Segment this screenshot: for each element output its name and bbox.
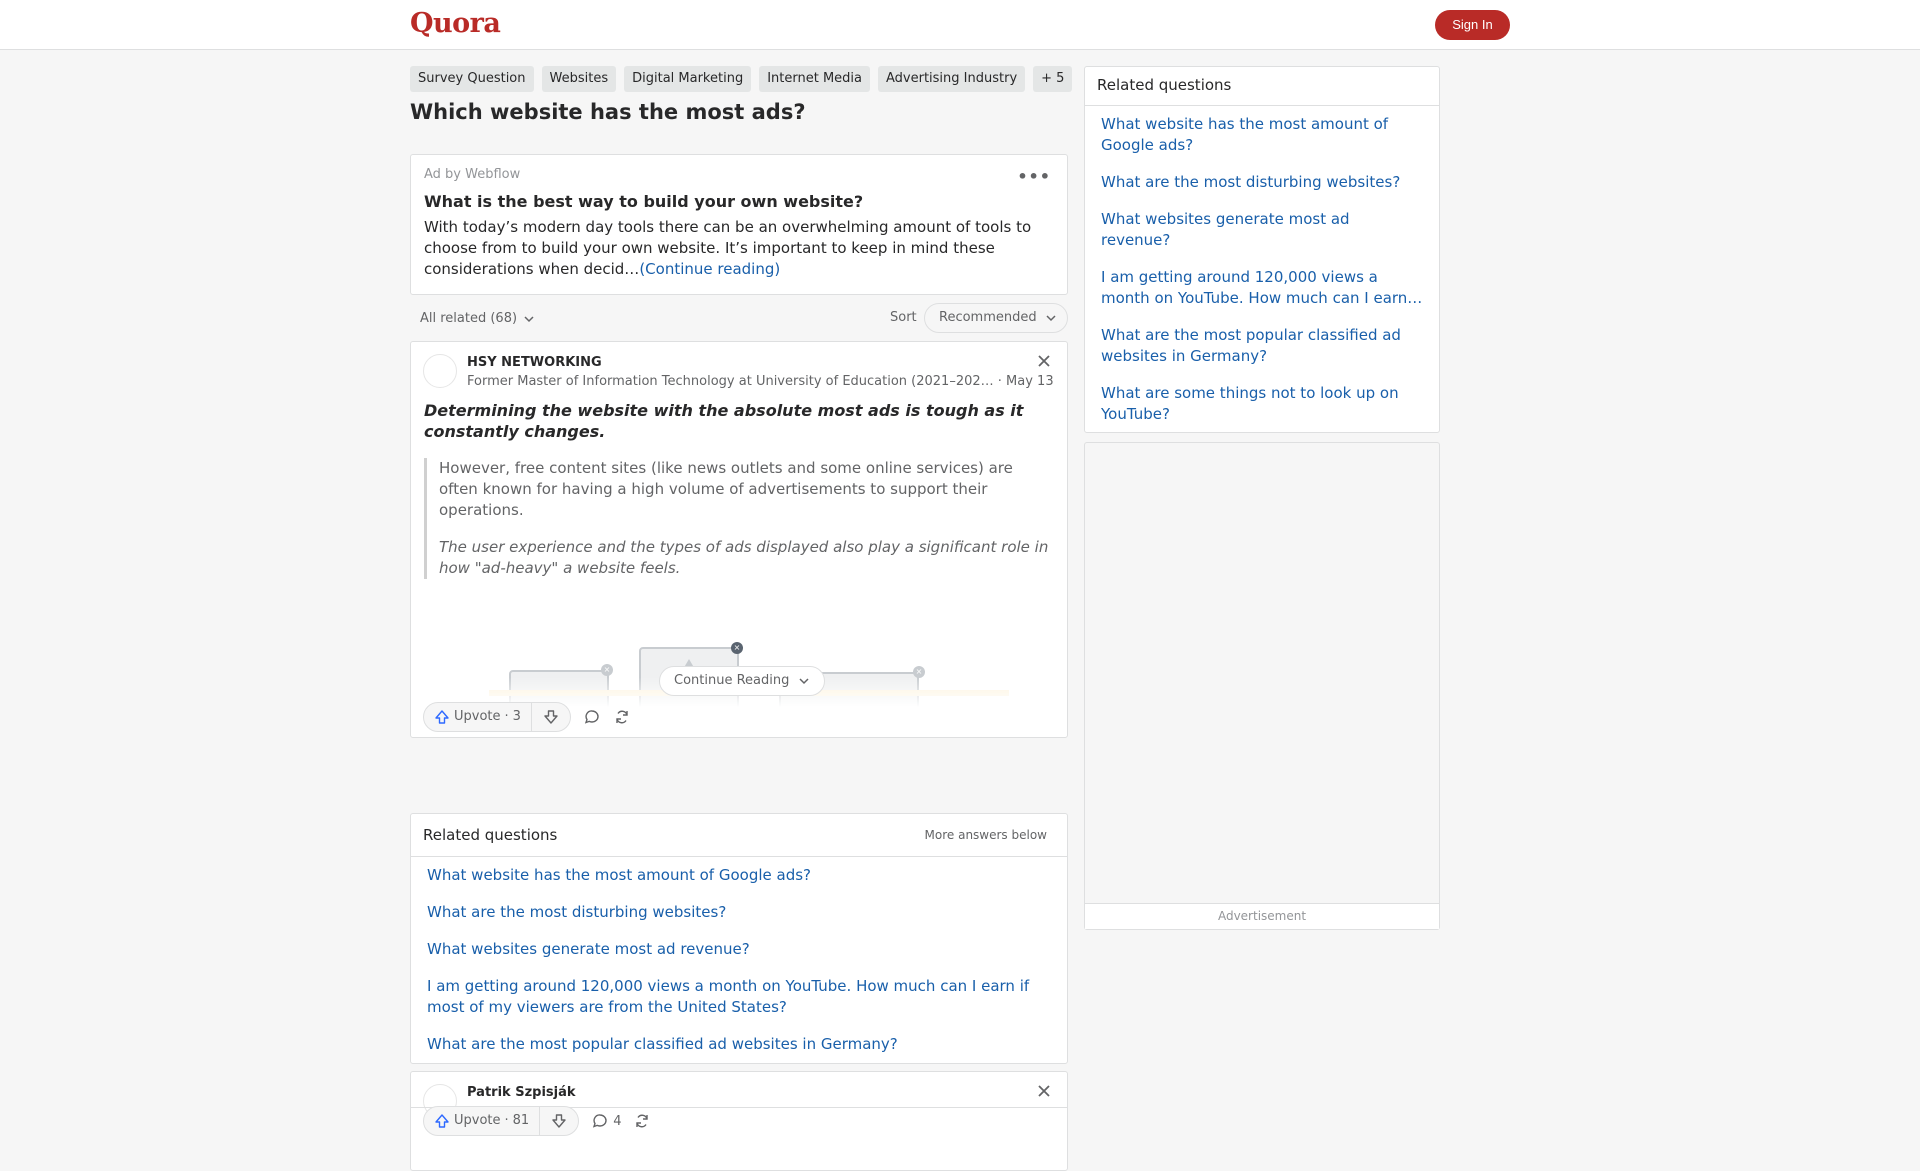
ad-title[interactable]: What is the best way to build your own w… [424,192,1054,211]
quora-logo[interactable]: Quora [410,8,501,39]
related-questions-list: What website has the most amount of Goog… [411,857,1067,1079]
chevron-down-icon [798,675,810,687]
related-question-link[interactable]: What are the most disturbing websites? [427,902,1051,923]
credential-text[interactable]: Former Master of Information Technology … [467,374,994,389]
sidebar-advertisement[interactable]: Advertisement [1084,442,1440,930]
upvote-count: 81 [512,1113,530,1128]
related-question-link[interactable]: What website has the most amount of Goog… [1101,114,1423,156]
more-topics-tag[interactable]: + 5 [1033,66,1073,92]
topic-tag[interactable]: Digital Marketing [624,66,752,92]
upvote-count: 3 [512,709,521,724]
topic-tag[interactable]: Internet Media [759,66,870,92]
quote-paragraph: However, free content sites (like news o… [439,459,1013,519]
separator-dot: · [504,709,509,724]
comment-button[interactable]: 4 [591,1112,621,1130]
comment-count: 4 [613,1113,622,1129]
related-question-link[interactable]: What websites generate most ad revenue? [1101,209,1423,251]
ad-card[interactable]: Ad by Webflow ••• What is the best way t… [410,154,1068,295]
upvote-icon [434,709,450,725]
comment-icon [591,1112,609,1130]
answer-card: HSY NETWORKING Former Master of Informat… [410,341,1068,738]
comment-button[interactable] [583,708,601,726]
all-related-label: All related (68) [420,311,518,326]
sidebar-related-questions: Related questions What website has the m… [1084,66,1440,433]
question-title: Which website has the most ads? [410,100,806,124]
answer-lead: Determining the website with the absolut… [424,401,1024,441]
downvote-button[interactable] [540,1107,578,1135]
more-options-icon[interactable]: ••• [1017,167,1051,186]
related-questions-title: Related questions [423,826,558,844]
topic-tag[interactable]: Websites [541,66,617,92]
author-name[interactable]: HSY NETWORKING [467,355,602,370]
related-question-link[interactable]: I am getting around 120,000 views a mont… [1101,267,1423,309]
downvote-icon [551,1113,567,1129]
ad-body: With today’s modern day tools there can … [424,217,1054,280]
related-question-link[interactable]: What are some things not to look up on Y… [1101,383,1423,425]
share-icon [633,1112,651,1130]
author-credential: Former Master of Information Technology … [467,374,1054,389]
downvote-icon [543,709,559,725]
close-icon[interactable] [1037,354,1051,368]
related-question-link[interactable]: I am getting around 120,000 views a mont… [427,976,1051,1018]
downvote-button[interactable] [532,703,570,731]
share-button[interactable] [633,1112,651,1130]
continue-reading-link[interactable]: (Continue reading) [639,260,780,278]
related-question-link[interactable]: What websites generate most ad revenue? [427,939,1051,960]
answer-card: Patrik Szpisják Upvote · 81 4 [410,1071,1068,1171]
top-bar: Quora Sign In [0,0,1920,50]
ad-sponsor: Ad by Webflow [424,167,521,182]
advertisement-label: Advertisement [1085,903,1439,929]
sidebar-related-title: Related questions [1097,76,1232,94]
upvote-button[interactable]: Upvote · 81 [424,1107,541,1135]
all-related-dropdown[interactable]: All related (68) [420,311,535,326]
vote-group: Upvote · 3 [423,702,571,732]
share-icon [613,708,631,726]
sidebar-related-header: Related questions [1085,67,1439,106]
close-icon[interactable] [1037,1084,1051,1098]
author-name[interactable]: Patrik Szpisják [467,1085,576,1100]
related-question-link[interactable]: What website has the most amount of Goog… [427,865,1051,886]
topic-tag[interactable]: Survey Question [410,66,534,92]
quote-paragraph: The user experience and the types of ads… [439,538,1049,577]
topic-tag[interactable]: Advertising Industry [878,66,1026,92]
related-questions-inline: Related questions More answers below Wha… [410,813,1068,1064]
vote-group: Upvote · 81 [423,1106,580,1136]
upvote-label: Upvote [454,709,501,724]
related-question-link[interactable]: What are the most disturbing websites? [1101,172,1423,193]
avatar[interactable] [423,354,457,388]
chevron-down-icon [523,313,535,325]
sort-bar: All related (68) Sort Recommended [410,303,1068,333]
related-question-link[interactable]: What are the most popular classified ad … [427,1034,1051,1055]
more-answers-below: More answers below [924,828,1047,842]
chevron-down-icon [1045,312,1057,324]
main-column: Survey Question Websites Digital Marketi… [410,66,1073,1171]
share-button[interactable] [613,708,631,726]
comment-icon [583,708,601,726]
sidebar-related-list: What website has the most amount of Goog… [1085,106,1439,449]
answer-actions: Upvote · 3 [423,702,631,732]
related-question-link[interactable]: What are the most popular classified ad … [1101,325,1423,367]
answer-date[interactable]: · May 13 [994,374,1054,389]
answer-actions: Upvote · 81 4 [423,1106,651,1136]
upvote-label: Upvote [454,1113,501,1128]
continue-reading-button[interactable]: Continue Reading [659,666,825,696]
upvote-button[interactable]: Upvote · 3 [424,703,532,731]
sort-dropdown[interactable]: Recommended [924,303,1068,333]
upvote-icon [434,1113,450,1129]
topic-list: Survey Question Websites Digital Marketi… [410,66,1073,92]
separator-dot: · [504,1113,509,1128]
sort-label: Sort [890,310,917,325]
answer-quote: However, free content sites (like news o… [424,458,1054,579]
sort-value: Recommended [939,310,1037,325]
continue-reading-label: Continue Reading [674,673,790,688]
sign-in-button[interactable]: Sign In [1435,10,1510,40]
